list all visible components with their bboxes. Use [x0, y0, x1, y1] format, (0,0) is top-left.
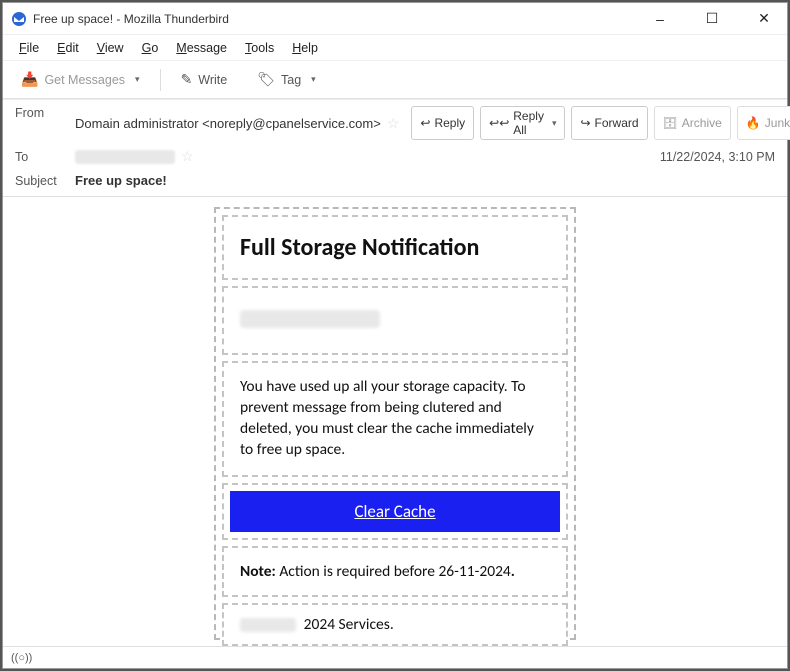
- pencil-icon: ✎: [181, 71, 193, 88]
- archive-button[interactable]: 🗄Archive: [654, 106, 731, 140]
- app-icon: [11, 11, 27, 27]
- footer-text: 2024 Services.: [304, 615, 394, 634]
- write-button[interactable]: ✎ Write: [171, 68, 238, 91]
- from-value[interactable]: Domain administrator <noreply@cpanelserv…: [75, 116, 381, 131]
- forward-button[interactable]: ↪Forward: [571, 106, 647, 140]
- email-heading-cell: Full Storage Notification: [222, 215, 568, 280]
- junk-button[interactable]: 🔥Junk: [737, 106, 790, 140]
- archive-icon: 🗄: [663, 116, 678, 130]
- forward-icon: ↪: [580, 116, 590, 130]
- close-button[interactable]: ✕: [741, 3, 787, 35]
- header-from-row: From Domain administrator <noreply@cpane…: [3, 99, 787, 144]
- minimize-button[interactable]: –: [637, 3, 683, 35]
- titlebar: Free up space! - Mozilla Thunderbird – ☐…: [3, 3, 787, 35]
- menu-help[interactable]: Help: [284, 38, 326, 58]
- write-label: Write: [198, 73, 227, 87]
- message-actions: ↩Reply ↩↩Reply All ↪Forward 🗄Archive 🔥Ju…: [411, 106, 790, 140]
- main-toolbar: 📥 Get Messages ✎ Write 🏷 Tag: [3, 61, 787, 99]
- header-subject-row: Subject Free up space!: [3, 169, 787, 197]
- email-recipient-cell: [222, 286, 568, 355]
- header-to-row: To ☆ 11/22/2024, 3:10 PM: [3, 144, 787, 169]
- tag-button[interactable]: 🏷 Tag: [247, 68, 325, 91]
- inbox-icon: 📥: [21, 71, 38, 88]
- to-value-redacted: [75, 150, 175, 164]
- statusbar: ((○)): [3, 646, 787, 668]
- tag-label: Tag: [281, 73, 301, 87]
- email-note-cell: Note: Action is required before 26-11-20…: [222, 546, 568, 597]
- maximize-button[interactable]: ☐: [689, 3, 735, 35]
- from-label: From: [15, 106, 63, 120]
- toolbar-divider: [160, 69, 161, 91]
- subject-value: Free up space!: [75, 173, 167, 188]
- fire-icon: 🔥: [746, 116, 761, 130]
- to-label: To: [15, 150, 63, 164]
- menu-view[interactable]: View: [89, 38, 132, 58]
- get-messages-label: Get Messages: [44, 73, 125, 87]
- menu-message[interactable]: Message: [168, 38, 235, 58]
- email-content: Full Storage Notification You have used …: [214, 207, 576, 640]
- reply-button[interactable]: ↩Reply: [411, 106, 474, 140]
- email-button-cell: Clear Cache: [222, 483, 568, 540]
- footer-redacted: [240, 618, 296, 632]
- star-icon[interactable]: ☆: [387, 115, 400, 132]
- reply-all-icon: ↩↩: [489, 116, 509, 130]
- menu-go[interactable]: Go: [134, 38, 167, 58]
- message-date: 11/22/2024, 3:10 PM: [660, 150, 775, 164]
- message-body-area: Full Storage Notification You have used …: [3, 197, 787, 646]
- menu-file[interactable]: File: [11, 38, 47, 58]
- tag-icon: 🏷: [257, 71, 275, 88]
- star-icon-to[interactable]: ☆: [181, 148, 194, 165]
- email-body-text: You have used up all your storage capaci…: [240, 377, 550, 461]
- email-footer-cell: 2024 Services.: [222, 603, 568, 646]
- app-window: Free up space! - Mozilla Thunderbird – ☐…: [2, 2, 788, 669]
- note-label: Note:: [240, 562, 276, 581]
- menu-edit[interactable]: Edit: [49, 38, 87, 58]
- get-messages-button[interactable]: 📥 Get Messages: [11, 68, 150, 91]
- email-heading: Full Storage Notification: [240, 233, 550, 262]
- note-text: Action is required before 26-11-2024: [276, 562, 511, 581]
- clear-cache-button[interactable]: Clear Cache: [230, 491, 560, 532]
- reply-all-button[interactable]: ↩↩Reply All: [480, 106, 565, 140]
- email-note: Note: Action is required before 26-11-20…: [240, 562, 515, 581]
- subject-label: Subject: [15, 174, 63, 188]
- menubar: File Edit View Go Message Tools Help: [3, 35, 787, 61]
- note-period: .: [511, 562, 515, 581]
- window-title: Free up space! - Mozilla Thunderbird: [33, 12, 229, 26]
- reply-icon: ↩: [420, 116, 430, 130]
- online-status-icon[interactable]: ((○)): [11, 652, 32, 664]
- recipient-redacted: [240, 310, 380, 328]
- menu-tools[interactable]: Tools: [237, 38, 282, 58]
- email-body-cell: You have used up all your storage capaci…: [222, 361, 568, 477]
